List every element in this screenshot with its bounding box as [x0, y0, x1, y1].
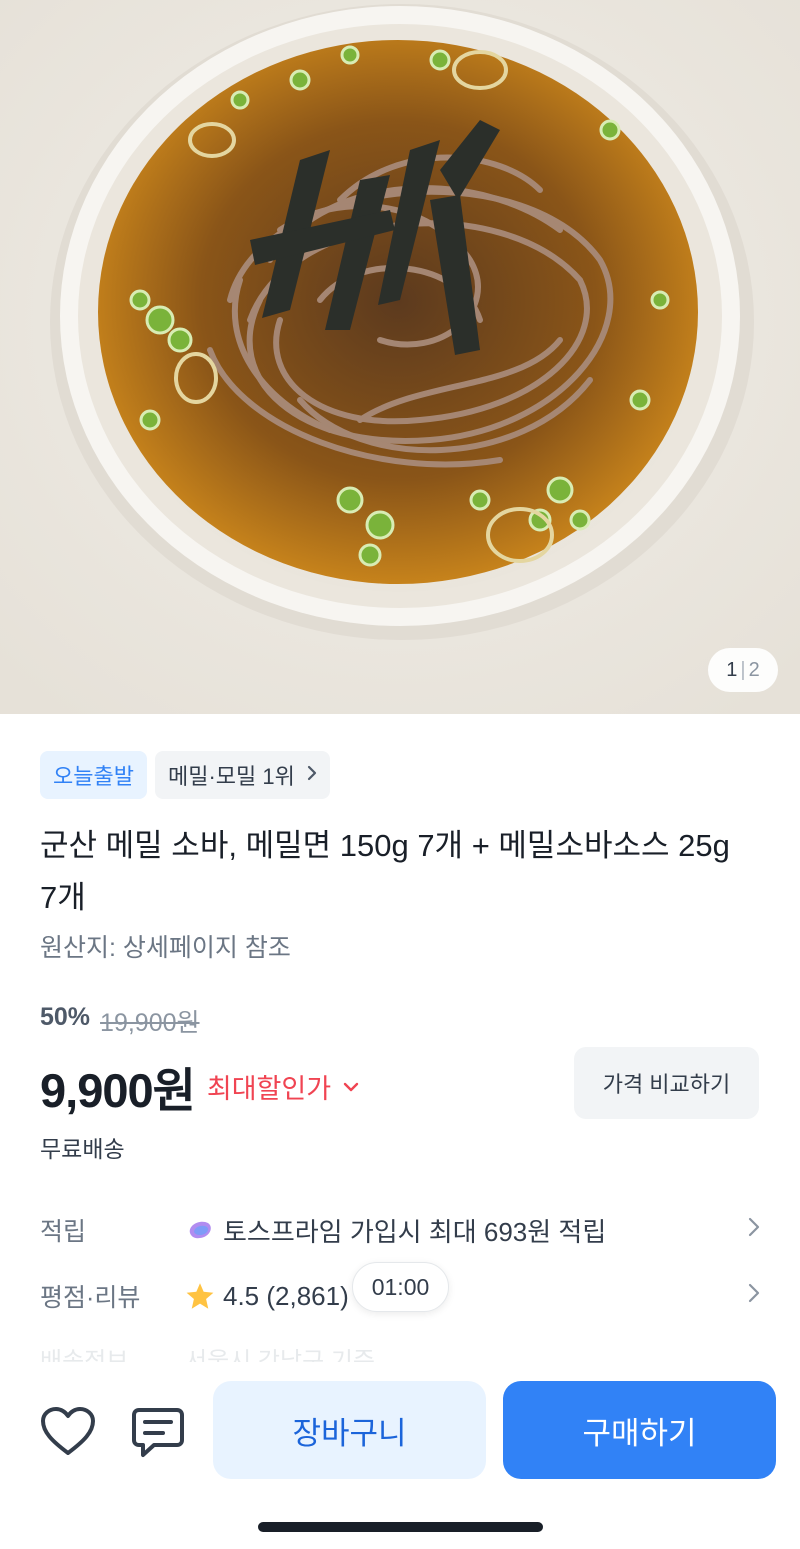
sale-price: 9,900원 — [40, 1064, 196, 1117]
product-badges: 오늘출발 메밀·모밀 1위 — [40, 751, 330, 799]
rating-value: 4.5 (2,861) — [223, 1280, 349, 1311]
home-indicator[interactable] — [258, 1522, 543, 1532]
discount-rate: 50% — [40, 1003, 91, 1031]
chevron-right-icon — [748, 1216, 760, 1244]
points-label: 적립 — [40, 1218, 87, 1246]
chevron-right-icon — [748, 1282, 760, 1310]
max-discount-label: 최대할인가 — [206, 1074, 332, 1104]
discount-row: 50% 19,900원 — [40, 1003, 200, 1039]
product-origin: 원산지: 상세페이지 참조 — [40, 934, 291, 962]
shipping-info: 무료배송 — [40, 1136, 125, 1162]
image-counter-current: 1 — [726, 658, 738, 681]
today-ship-badge-label: 오늘출발 — [53, 764, 134, 789]
max-discount-toggle[interactable]: 최대할인가 — [207, 1067, 359, 1106]
chevron-right-icon — [307, 764, 317, 787]
star-icon — [185, 1281, 215, 1311]
price-row: 9,900원 최대할인가 — [40, 1052, 359, 1121]
rating-label: 평점·리뷰 — [40, 1284, 141, 1312]
soba-bowl-illustration — [0, 0, 800, 714]
chevron-down-icon — [343, 1076, 359, 1097]
points-value: 토스프라임 가입시 최대 693원 적립 — [223, 1216, 607, 1247]
toss-prime-icon — [185, 1215, 215, 1245]
points-row[interactable]: 적립 토스프라임 가입시 최대 693원 적립 — [40, 1205, 760, 1255]
category-rank-label: 메밀·모밀 1위 — [167, 764, 295, 789]
image-counter-total: 2 — [748, 658, 760, 681]
product-title: 군산 메밀 소바, 메밀면 150g 7개 + 메밀소바소스 25g 7개 — [40, 828, 730, 915]
today-ship-badge: 오늘출발 — [40, 751, 147, 799]
chat-icon[interactable] — [130, 1406, 186, 1460]
add-to-cart-button[interactable]: 장바구니 — [213, 1381, 486, 1479]
timer-badge: 01:00 — [352, 1262, 449, 1312]
product-image[interactable]: 1 | 2 — [0, 0, 800, 714]
buy-now-button[interactable]: 구매하기 — [503, 1381, 776, 1479]
original-price: 19,900원 — [100, 1009, 200, 1037]
heart-icon[interactable] — [40, 1406, 96, 1458]
price-compare-button[interactable]: 가격 비교하기 — [574, 1047, 759, 1119]
image-counter-separator: | — [740, 658, 746, 681]
image-counter: 1 | 2 — [708, 648, 778, 692]
category-rank-badge[interactable]: 메밀·모밀 1위 — [154, 751, 330, 799]
